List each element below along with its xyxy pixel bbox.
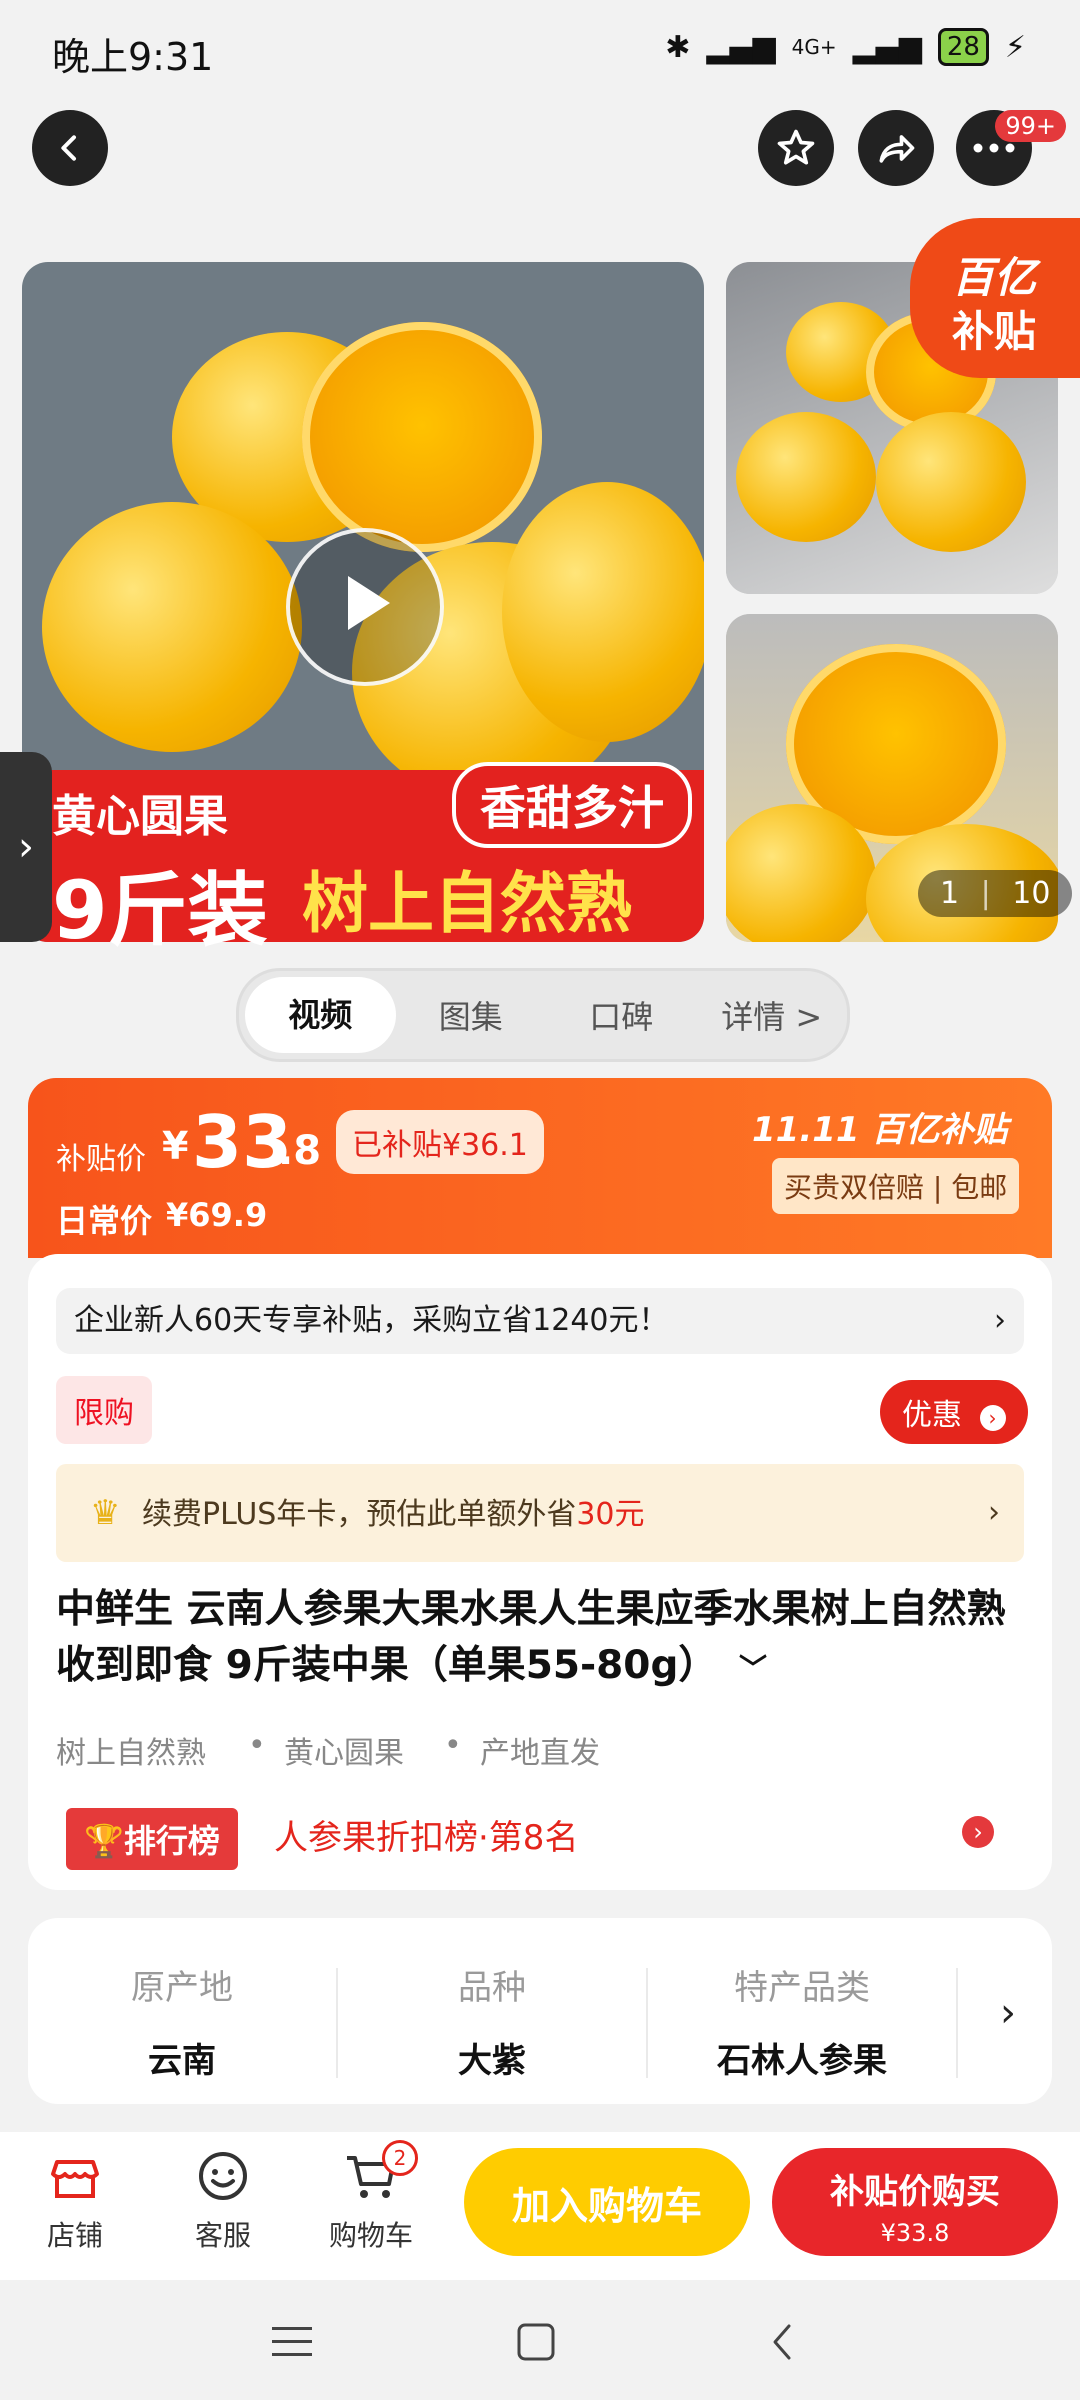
more-badge: 99+ <box>995 110 1066 142</box>
trophy-icon: 🏆 <box>84 1822 124 1860</box>
plus-text: 续费PLUS年卡，预估此单额外省 <box>142 1497 577 1532</box>
network-label: 4G+ <box>791 35 837 59</box>
buy-price: ¥33.8 <box>880 2219 950 2247</box>
image-counter: 1 | 10 <box>918 870 1073 917</box>
counter-current: 1 <box>940 876 960 911</box>
add-to-cart-button[interactable]: 加入购物车 <box>464 2148 750 2256</box>
chevron-right-icon: › <box>994 1303 1006 1338</box>
gallery-side-toggle[interactable]: › <box>0 752 52 942</box>
status-time: 晚上9:31 <box>52 35 214 79</box>
product-title: 中鲜生 云南人参果大果水果人生果应季水果树上自然熟收到即食 9斤装中果（单果55… <box>56 1582 1016 1697</box>
chevron-circle-icon: › <box>979 1405 1006 1431</box>
subsidy-price-label: 补贴价 <box>56 1142 146 1177</box>
rank-tag: 🏆排行榜 <box>66 1808 238 1870</box>
rank-tag-label: 排行榜 <box>123 1822 220 1860</box>
crown-icon: ♛ <box>90 1493 121 1533</box>
chevron-right-icon: › <box>18 824 34 870</box>
chevron-left-icon <box>61 135 76 161</box>
spec-variety: 品种 大紫 <box>372 1960 612 2082</box>
charging-icon: ⚡ <box>1004 29 1026 65</box>
battery-indicator: 28 <box>937 28 989 66</box>
menu-icon[interactable] <box>262 2312 322 2372</box>
smiley-icon <box>199 2152 247 2200</box>
share-icon <box>879 135 915 163</box>
banner-right-text: 树上自然熟 <box>302 865 632 942</box>
spec-value: 大紫 <box>458 2041 526 2081</box>
service-label: 客服 <box>194 2219 251 2252</box>
share-button[interactable] <box>858 110 934 186</box>
cart-label: 购物车 <box>328 2219 413 2252</box>
subsidy-amount-tag: 已补贴¥36.1 <box>336 1110 544 1174</box>
star-icon <box>777 129 815 165</box>
enterprise-notice[interactable]: 企业新人60天专享补贴，采购立省1240元！ › <box>56 1288 1024 1354</box>
spec-key: 品种 <box>458 1968 526 2008</box>
banner-left-text: 黄心圆果 <box>52 791 228 842</box>
feature-1: 树上自然熟 <box>56 1736 206 1771</box>
spec-value: 石林人参果 <box>717 2041 887 2081</box>
buy-now-button[interactable]: 补贴价购买 ¥33.8 <box>772 2148 1058 2256</box>
play-video-button[interactable] <box>286 528 444 686</box>
spec-key: 原产地 <box>131 1968 233 2008</box>
back-nav-icon[interactable] <box>752 2312 812 2372</box>
daily-price-value: ¥69.9 <box>166 1196 268 1234</box>
limit-tag: 限购 <box>56 1376 152 1444</box>
spec-key: 特产品类 <box>734 1968 870 2008</box>
spec-value: 云南 <box>148 2041 216 2081</box>
media-tabs: 视频 图集 口碑 详情 > <box>236 968 850 1062</box>
chevron-right-icon: › <box>988 1495 1000 1530</box>
price-decimal: .8 <box>278 1128 322 1174</box>
feature-2: 黄心圆果 <box>284 1736 404 1771</box>
store-label: 店铺 <box>46 2219 103 2252</box>
tab-gallery[interactable]: 图集 <box>396 992 547 1038</box>
feature-dot-2: • <box>444 1728 462 1763</box>
cart-count-badge: 2 <box>382 2140 418 2176</box>
event-logo: 11.11 百亿补贴 <box>752 1110 1008 1150</box>
subsidy-badge-line1: 百亿 <box>952 253 1037 302</box>
chevron-down-icon[interactable]: ﹀ <box>739 1652 767 1685</box>
status-icons: ✱ ▂▄▆ 4G+ ▂▄▆ 28 ⚡ <box>665 28 1026 66</box>
rank-arrow-icon[interactable]: › <box>962 1816 994 1848</box>
more-dots-icon <box>973 143 1015 153</box>
discount-button[interactable]: 优惠 › <box>880 1380 1028 1444</box>
subsidy-corner-badge: 百亿 补贴 <box>910 218 1080 378</box>
buy-label: 补贴价购买 <box>830 2172 1000 2212</box>
guarantee-tag: 买贵双倍赔 | 包邮 <box>772 1158 1020 1214</box>
signal-icon: ▂▄▆ <box>706 29 776 65</box>
plus-amount: 30元 <box>576 1497 645 1532</box>
counter-total: 10 <box>1012 876 1051 911</box>
sweet-tag: 香甜多汁 <box>452 762 692 848</box>
subsidy-badge-line2: 补贴 <box>952 307 1037 356</box>
bluetooth-icon: ✱ <box>665 29 691 65</box>
favorite-button[interactable] <box>758 110 834 186</box>
tab-video[interactable]: 视频 <box>245 977 396 1053</box>
play-icon <box>348 576 390 630</box>
banner-big-text: 9斤装 <box>52 864 268 957</box>
signal-icon-2: ▂▄▆ <box>852 29 922 65</box>
price-currency: ¥ <box>162 1124 189 1168</box>
product-title-text: 中鲜生 云南人参果大果水果人生果应季水果树上自然熟收到即食 9斤装中果（单果55… <box>56 1587 1006 1688</box>
spec-category: 特产品类 石林人参果 <box>682 1960 922 2082</box>
home-icon[interactable] <box>506 2312 566 2372</box>
tab-details[interactable]: 详情 > <box>697 992 848 1038</box>
feature-dot-1: • <box>248 1728 266 1763</box>
daily-price-label: 日常价 <box>56 1202 153 1240</box>
plus-promo-bar[interactable]: ♛ 续费PLUS年卡，预估此单额外省30元 › <box>56 1464 1024 1562</box>
service-button[interactable]: 客服 <box>168 2148 278 2254</box>
back-button[interactable] <box>32 110 108 186</box>
spec-origin: 原产地 云南 <box>62 1960 302 2082</box>
rank-text[interactable]: 人参果折扣榜·第8名 <box>274 1810 578 1859</box>
tab-reviews[interactable]: 口碑 <box>546 992 697 1038</box>
discount-label: 优惠 <box>902 1398 962 1433</box>
store-icon <box>51 2160 99 2198</box>
spec-more-chevron-icon[interactable]: › <box>1000 1990 1016 2036</box>
feature-3: 产地直发 <box>480 1736 600 1771</box>
store-button[interactable]: 店铺 <box>20 2148 130 2254</box>
notice-text: 企业新人60天专享补贴，采购立省1240元！ <box>74 1303 669 1338</box>
